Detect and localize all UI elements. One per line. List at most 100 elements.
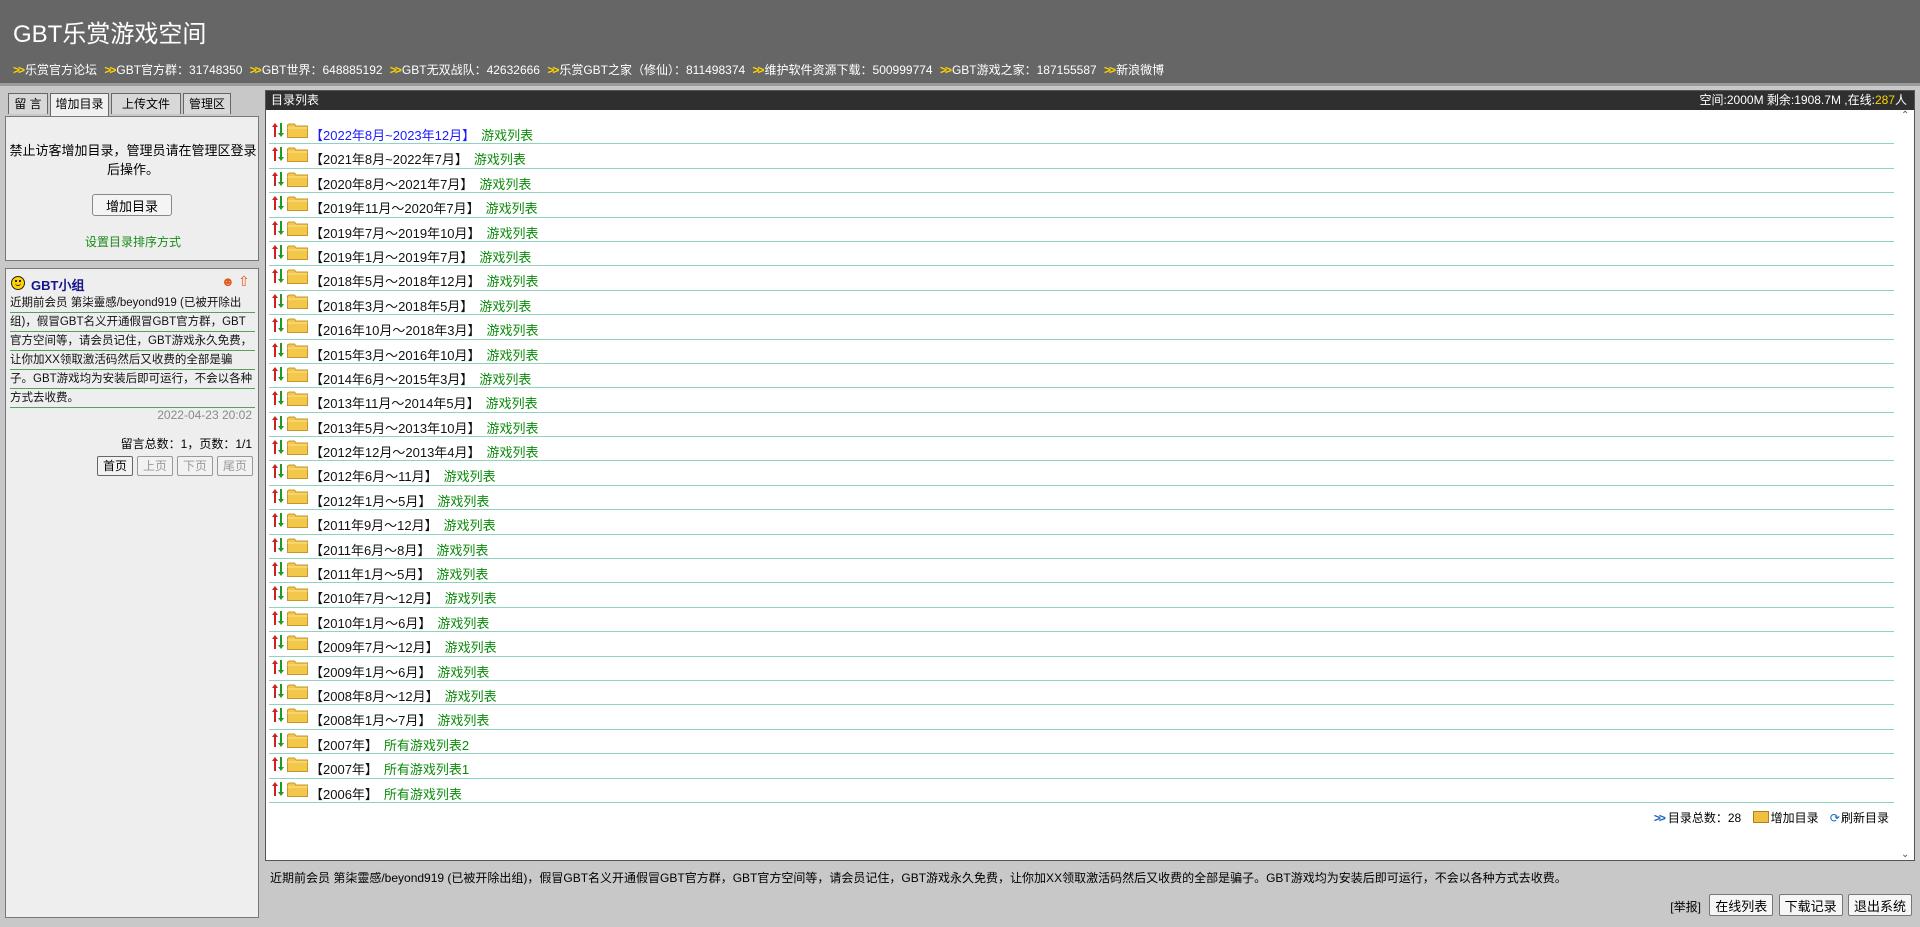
directory-name[interactable]: 【2008年8月～12月】 游戏列表 xyxy=(310,686,497,705)
directory-title[interactable]: 【2012年1月～5月】 xyxy=(310,494,431,509)
directory-name[interactable]: 【2011年9月～12月】 游戏列表 xyxy=(310,515,496,534)
directory-row[interactable]: 【2019年7月～2019年10月】 游戏列表 xyxy=(269,218,1894,242)
game-list-link[interactable]: 游戏列表 xyxy=(487,445,539,460)
header-link-gbt-home[interactable]: 乐赏GBT之家（修仙）：811498374 xyxy=(559,63,745,77)
game-list-link[interactable]: 游戏列表 xyxy=(445,689,497,704)
sort-arrows-icon[interactable] xyxy=(271,317,285,333)
prev-page-button[interactable]: 上页 xyxy=(136,456,173,476)
sort-arrows-icon[interactable] xyxy=(271,195,285,211)
tab-admin[interactable]: 管理区 xyxy=(183,93,231,114)
sort-arrows-icon[interactable] xyxy=(271,512,285,528)
directory-title[interactable]: 【2012年6月～11月】 xyxy=(310,469,438,484)
sort-arrows-icon[interactable] xyxy=(271,610,285,626)
sort-arrows-icon[interactable] xyxy=(271,220,285,236)
sort-arrows-icon[interactable] xyxy=(271,463,285,479)
game-list-link[interactable]: 游戏列表 xyxy=(479,250,531,265)
sort-arrows-icon[interactable] xyxy=(271,366,285,382)
game-list-link[interactable]: 游戏列表 xyxy=(487,323,539,338)
directory-name[interactable]: 【2020年8月～2021年7月】 游戏列表 xyxy=(310,174,531,193)
directory-row[interactable]: 【2019年11月～2020年7月】 游戏列表 xyxy=(269,193,1894,218)
directory-title[interactable]: 【2022年8月~2023年12月】 xyxy=(310,128,475,143)
directory-name[interactable]: 【2010年7月～12月】 游戏列表 xyxy=(310,588,497,607)
game-list-link[interactable]: 游戏列表 xyxy=(445,591,497,606)
directory-name[interactable]: 【2013年11月～2014年5月】 游戏列表 xyxy=(310,393,538,412)
footer-refresh-directory[interactable]: ⟳刷新目录 xyxy=(1826,811,1889,825)
directory-title[interactable]: 【2020年8月～2021年7月】 xyxy=(310,177,473,192)
tab-message[interactable]: 留 言 xyxy=(8,93,48,114)
game-list-link[interactable]: 游戏列表 xyxy=(486,201,538,216)
first-page-button[interactable]: 首页 xyxy=(96,456,133,476)
directory-title[interactable]: 【2019年7月～2019年10月】 xyxy=(310,226,481,241)
directory-title[interactable]: 【2011年1月～5月】 xyxy=(310,567,430,582)
directory-name[interactable]: 【2018年5月～2018年12月】 游戏列表 xyxy=(310,271,539,290)
directory-title[interactable]: 【2006年】 xyxy=(310,787,378,802)
directory-title[interactable]: 【2010年1月～6月】 xyxy=(310,616,431,631)
directory-title[interactable]: 【2016年10月～2018年3月】 xyxy=(310,323,481,338)
sort-arrows-icon[interactable] xyxy=(271,488,285,504)
next-page-button[interactable]: 下页 xyxy=(176,456,213,476)
game-list-link[interactable]: 游戏列表 xyxy=(487,226,539,241)
sort-arrows-icon[interactable] xyxy=(271,683,285,699)
directory-row[interactable]: 【2022年8月~2023年12月】 游戏列表 xyxy=(269,120,1894,145)
directory-row[interactable]: 【2018年5月～2018年12月】 游戏列表 xyxy=(269,266,1894,291)
directory-row[interactable]: 【2013年5月～2013年10月】 游戏列表 xyxy=(269,413,1894,438)
directory-name[interactable]: 【2018年3月～2018年5月】 游戏列表 xyxy=(310,296,531,315)
header-link-wushuang[interactable]: GBT无双战队：42632666 xyxy=(402,63,540,77)
directory-title[interactable]: 【2009年7月～12月】 xyxy=(310,640,439,655)
directory-row[interactable]: 【2010年1月～6月】 游戏列表 xyxy=(269,608,1894,633)
directory-title[interactable]: 【2007年】 xyxy=(310,762,378,777)
game-list-link[interactable]: 游戏列表 xyxy=(479,372,531,387)
directory-title[interactable]: 【2018年5月～2018年12月】 xyxy=(310,274,481,289)
sort-arrows-icon[interactable] xyxy=(271,781,285,797)
directory-row[interactable]: 【2019年1月～2019年7月】 游戏列表 xyxy=(269,242,1894,267)
directory-title[interactable]: 【2007年】 xyxy=(310,738,378,753)
directory-row[interactable]: 【2016年10月～2018年3月】 游戏列表 xyxy=(269,315,1894,340)
game-list-link[interactable]: 所有游戏列表2 xyxy=(384,738,469,753)
directory-row[interactable]: 【2015年3月～2016年10月】 游戏列表 xyxy=(269,340,1894,364)
pin-top-icon[interactable]: ⇧ xyxy=(238,273,250,290)
sort-arrows-icon[interactable] xyxy=(271,293,285,309)
directory-name[interactable]: 【2014年6月～2015年3月】 游戏列表 xyxy=(310,369,531,388)
directory-name[interactable]: 【2012年1月～5月】 游戏列表 xyxy=(310,491,489,510)
directory-title[interactable]: 【2011年6月～8月】 xyxy=(310,543,430,558)
directory-name[interactable]: 【2010年1月～6月】 游戏列表 xyxy=(310,613,489,632)
header-link-forum[interactable]: 乐赏官方论坛 xyxy=(25,63,97,77)
game-list-link[interactable]: 游戏列表 xyxy=(487,274,539,289)
scroll-up-icon[interactable]: ⌃ xyxy=(1901,110,1909,121)
directory-name[interactable]: 【2011年1月～5月】 游戏列表 xyxy=(310,564,488,583)
directory-title[interactable]: 【2009年1月～6月】 xyxy=(310,665,431,680)
directory-row[interactable]: 【2014年6月～2015年3月】 游戏列表 xyxy=(269,364,1894,389)
directory-row[interactable]: 【2013年11月～2014年5月】 游戏列表 xyxy=(269,388,1894,413)
directory-name[interactable]: 【2011年6月～8月】 游戏列表 xyxy=(310,540,488,559)
sort-arrows-icon[interactable] xyxy=(271,146,285,162)
game-list-link[interactable]: 游戏列表 xyxy=(437,713,489,728)
header-link-game-home[interactable]: GBT游戏之家：187155587 xyxy=(952,63,1097,77)
directory-title[interactable]: 【2011年9月～12月】 xyxy=(310,518,438,533)
directory-title[interactable]: 【2013年11月～2014年5月】 xyxy=(310,396,480,411)
online-list-button[interactable]: 在线列表 xyxy=(1709,894,1774,916)
directory-name[interactable]: 【2008年1月～7月】 游戏列表 xyxy=(310,710,489,729)
game-list-link[interactable]: 所有游戏列表 xyxy=(384,787,462,802)
sort-arrows-icon[interactable] xyxy=(271,585,285,601)
footer-add-directory[interactable]: 增加目录 xyxy=(1749,811,1819,825)
scroll-down-icon[interactable]: ⌄ xyxy=(1901,849,1909,860)
sort-arrows-icon[interactable] xyxy=(271,342,285,358)
sort-arrows-icon[interactable] xyxy=(271,659,285,675)
directory-title[interactable]: 【2008年1月～7月】 xyxy=(310,713,431,728)
sort-arrows-icon[interactable] xyxy=(271,415,285,431)
message-author[interactable]: GBT小组 xyxy=(31,275,84,294)
header-link-software[interactable]: 维护软件资源下载：500999774 xyxy=(765,63,933,77)
directory-row[interactable]: 【2008年8月～12月】 游戏列表 xyxy=(269,681,1894,706)
game-list-link[interactable]: 游戏列表 xyxy=(487,348,539,363)
directory-row[interactable]: 【2010年7月～12月】 游戏列表 xyxy=(269,583,1894,608)
directory-row[interactable]: 【2009年1月～6月】 游戏列表 xyxy=(269,657,1894,681)
game-list-link[interactable]: 游戏列表 xyxy=(479,299,531,314)
directory-row[interactable]: 【2009年7月～12月】 游戏列表 xyxy=(269,632,1894,657)
directory-name[interactable]: 【2012年12月～2013年4月】 游戏列表 xyxy=(310,442,539,461)
directory-title[interactable]: 【2019年1月～2019年7月】 xyxy=(310,250,473,265)
sort-arrows-icon[interactable] xyxy=(271,732,285,748)
directory-title[interactable]: 【2012年12月～2013年4月】 xyxy=(310,445,481,460)
directory-title[interactable]: 【2021年8月~2022年7月】 xyxy=(310,152,468,167)
logout-button[interactable]: 退出系统 xyxy=(1847,894,1912,916)
directory-row[interactable]: 【2012年6月～11月】 游戏列表 xyxy=(269,461,1894,486)
